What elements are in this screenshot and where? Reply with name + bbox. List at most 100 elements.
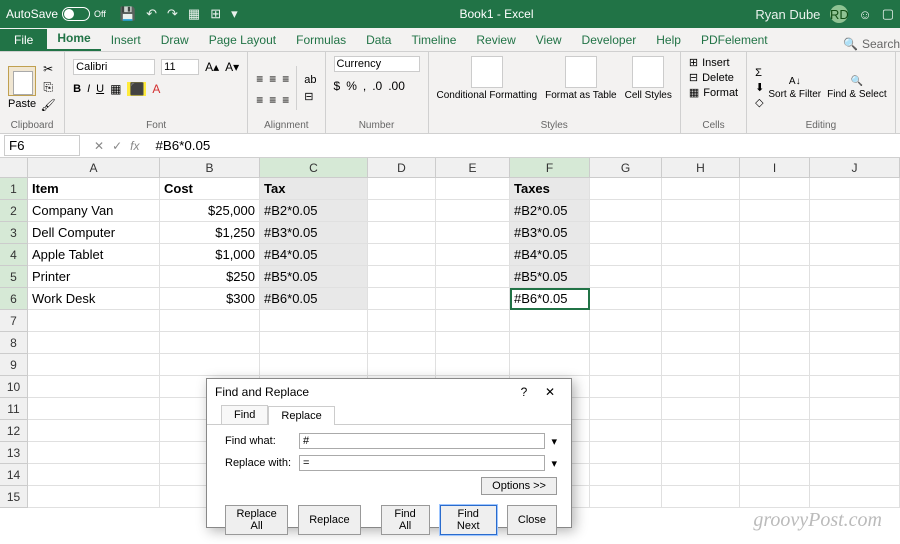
- cell[interactable]: [740, 486, 810, 508]
- cell[interactable]: [28, 310, 160, 332]
- tab-insert[interactable]: Insert: [101, 29, 151, 51]
- cell[interactable]: [740, 332, 810, 354]
- find-what-input[interactable]: [299, 433, 545, 449]
- cell[interactable]: $1,000: [160, 244, 260, 266]
- align-center-icon[interactable]: ≡: [269, 93, 276, 107]
- close-button[interactable]: Close: [507, 505, 557, 535]
- cell[interactable]: [260, 310, 368, 332]
- italic-button[interactable]: I: [87, 83, 90, 95]
- cell[interactable]: [28, 354, 160, 376]
- cell[interactable]: #B5*0.05: [510, 266, 590, 288]
- tab-draw[interactable]: Draw: [151, 29, 199, 51]
- cell[interactable]: [740, 266, 810, 288]
- fill-color-icon[interactable]: ⬛: [127, 82, 146, 96]
- tab-review[interactable]: Review: [466, 29, 525, 51]
- dropdown-icon[interactable]: ▾: [551, 435, 557, 448]
- cell[interactable]: [662, 398, 740, 420]
- row-header[interactable]: 11: [0, 398, 28, 420]
- cell[interactable]: Work Desk: [28, 288, 160, 310]
- cell[interactable]: [662, 332, 740, 354]
- sort-filter-button[interactable]: A↓Sort & Filter: [768, 76, 821, 100]
- align-top-icon[interactable]: ≡: [256, 72, 263, 86]
- cell[interactable]: [590, 266, 662, 288]
- enter-icon[interactable]: ✓: [112, 139, 122, 153]
- cell[interactable]: [436, 222, 510, 244]
- col-header-I[interactable]: I: [740, 158, 810, 178]
- cell[interactable]: [368, 200, 436, 222]
- name-box[interactable]: [4, 135, 80, 156]
- cell[interactable]: [740, 442, 810, 464]
- col-header-G[interactable]: G: [590, 158, 662, 178]
- row-header[interactable]: 12: [0, 420, 28, 442]
- qat-icon-3[interactable]: ▾: [231, 6, 238, 22]
- toggle-switch[interactable]: [62, 7, 90, 21]
- cell[interactable]: [810, 420, 900, 442]
- cell[interactable]: $250: [160, 266, 260, 288]
- cell[interactable]: #B3*0.05: [510, 222, 590, 244]
- comma-icon[interactable]: ,: [363, 79, 366, 93]
- row-header[interactable]: 6: [0, 288, 28, 310]
- tab-formulas[interactable]: Formulas: [286, 29, 356, 51]
- cell[interactable]: [590, 200, 662, 222]
- cell[interactable]: [590, 288, 662, 310]
- cell[interactable]: [810, 332, 900, 354]
- cell[interactable]: [590, 222, 662, 244]
- row-header[interactable]: 14: [0, 464, 28, 486]
- cell[interactable]: [810, 222, 900, 244]
- ribbon-options-icon[interactable]: ▢: [882, 6, 894, 22]
- cell[interactable]: [436, 178, 510, 200]
- cell[interactable]: $300: [160, 288, 260, 310]
- cell[interactable]: [368, 266, 436, 288]
- autosum-button[interactable]: Σ: [755, 67, 764, 79]
- cell[interactable]: [810, 310, 900, 332]
- cell[interactable]: Cost: [160, 178, 260, 200]
- row-header[interactable]: 5: [0, 266, 28, 288]
- cell[interactable]: [740, 222, 810, 244]
- cell[interactable]: Dell Computer: [28, 222, 160, 244]
- close-icon[interactable]: ✕: [537, 385, 563, 399]
- cell[interactable]: #B5*0.05: [260, 266, 368, 288]
- find-all-button[interactable]: Find All: [381, 505, 430, 535]
- face-icon[interactable]: ☺: [858, 7, 871, 22]
- cell[interactable]: [740, 244, 810, 266]
- cell[interactable]: [436, 332, 510, 354]
- cell[interactable]: [436, 288, 510, 310]
- cell[interactable]: [662, 288, 740, 310]
- autosave-toggle[interactable]: AutoSave Off: [6, 7, 106, 21]
- increase-font-icon[interactable]: A▴: [205, 60, 219, 74]
- replace-with-input[interactable]: [299, 455, 545, 471]
- fx-icon[interactable]: fx: [130, 139, 139, 153]
- cell[interactable]: [810, 354, 900, 376]
- cell[interactable]: Taxes: [510, 178, 590, 200]
- col-header-E[interactable]: E: [436, 158, 510, 178]
- cell[interactable]: [662, 266, 740, 288]
- cell[interactable]: [590, 354, 662, 376]
- cell[interactable]: [810, 376, 900, 398]
- row-header[interactable]: 3: [0, 222, 28, 244]
- cell[interactable]: [662, 354, 740, 376]
- dec-decimal-icon[interactable]: .00: [388, 79, 405, 93]
- cell[interactable]: Item: [28, 178, 160, 200]
- user-name[interactable]: Ryan Dube: [755, 7, 820, 22]
- cut-icon[interactable]: ✂: [40, 62, 56, 78]
- cell[interactable]: [590, 442, 662, 464]
- cell[interactable]: $25,000: [160, 200, 260, 222]
- align-right-icon[interactable]: ≡: [282, 93, 289, 107]
- cell[interactable]: [28, 332, 160, 354]
- cell[interactable]: [28, 420, 160, 442]
- cell[interactable]: [740, 288, 810, 310]
- cell[interactable]: [260, 332, 368, 354]
- select-all-corner[interactable]: [0, 158, 28, 178]
- tab-page-layout[interactable]: Page Layout: [199, 29, 286, 51]
- row-header[interactable]: 9: [0, 354, 28, 376]
- col-header-A[interactable]: A: [28, 158, 160, 178]
- cell[interactable]: [368, 222, 436, 244]
- cell[interactable]: #B3*0.05: [260, 222, 368, 244]
- paste-button[interactable]: Paste: [8, 66, 36, 110]
- delete-button[interactable]: ⊟ Delete: [689, 71, 738, 84]
- cell[interactable]: [740, 178, 810, 200]
- cell[interactable]: [28, 486, 160, 508]
- cell[interactable]: [260, 354, 368, 376]
- avatar[interactable]: RD: [830, 5, 848, 23]
- cell[interactable]: [810, 398, 900, 420]
